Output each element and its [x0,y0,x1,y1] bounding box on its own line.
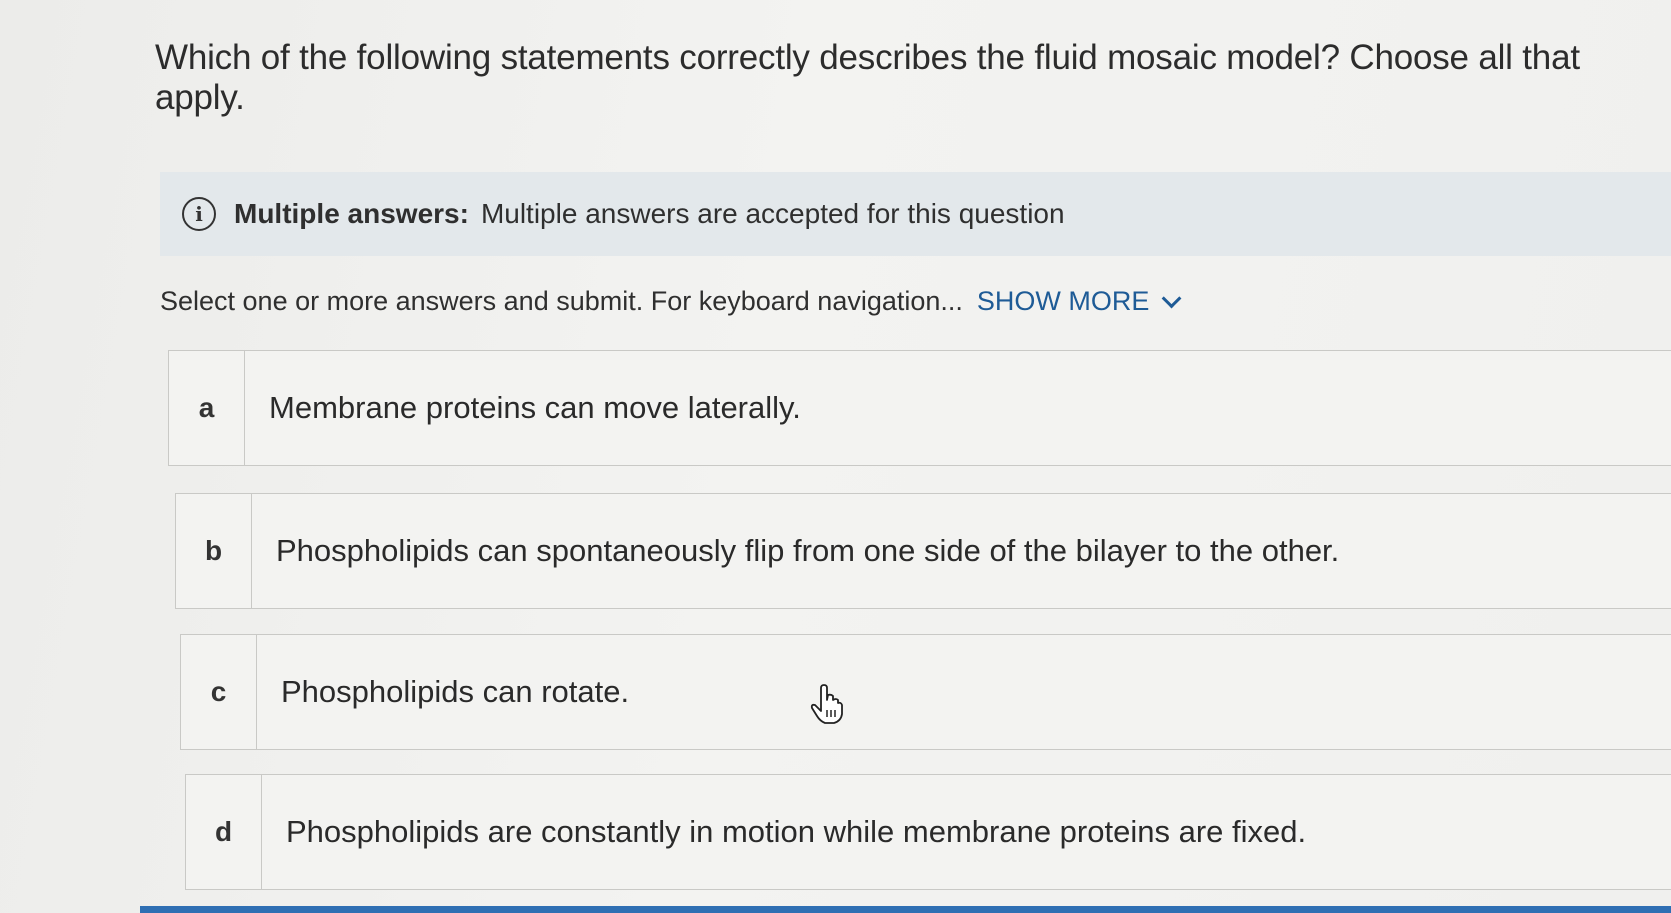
option-letter: a [169,351,245,465]
answer-option-b[interactable]: b Phospholipids can spontaneously flip f… [175,493,1671,609]
info-icon: i [182,197,216,231]
hand-cursor-icon [810,684,843,724]
multiple-answers-banner: i Multiple answers: Multiple answers are… [160,172,1671,256]
chevron-down-icon [1162,288,1182,308]
option-text: Phospholipids are constantly in motion w… [286,814,1307,849]
question-text: Which of the following statements correc… [155,38,1580,117]
show-more-label: SHOW MORE [976,286,1150,316]
quiz-page: Which of the following statements correc… [0,0,1671,913]
instructions: Select one or more answers and submit. F… [160,286,1182,317]
show-more-button[interactable]: SHOW MORE [976,286,1182,317]
option-letter: d [186,775,262,889]
answer-option-d[interactable]: d Phospholipids are constantly in motion… [185,774,1671,890]
option-text: Phospholipids can rotate. [281,674,630,709]
answer-option-c[interactable]: c Phospholipids can rotate. [180,634,1671,750]
answer-option-a[interactable]: a Membrane proteins can move laterally. [168,350,1671,466]
option-text: Membrane proteins can move laterally. [269,390,801,425]
option-letter: c [181,635,257,749]
bottom-accent-bar [140,906,1671,913]
option-letter: b [176,494,252,608]
info-text: Multiple answers are accepted for this q… [480,198,1065,229]
instructions-text: Select one or more answers and submit. F… [160,286,963,316]
info-title: Multiple answers: [234,198,469,229]
option-text: Phospholipids can spontaneously flip fro… [276,533,1340,568]
